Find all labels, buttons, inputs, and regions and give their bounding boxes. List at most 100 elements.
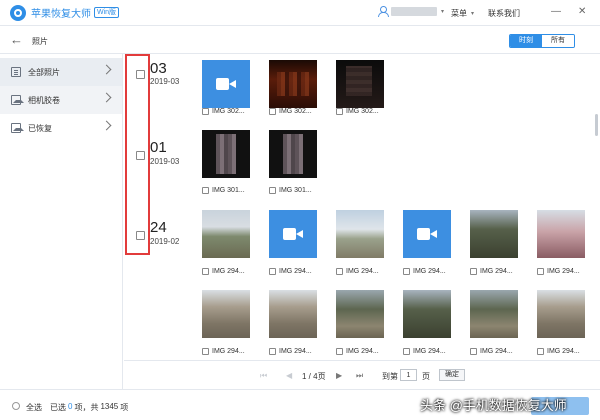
tab-time[interactable]: 时刻 xyxy=(510,35,542,47)
group-month: 2019-03 xyxy=(150,157,180,166)
view-toggle: 时刻 所有 xyxy=(509,34,575,48)
photo-thumbnail[interactable] xyxy=(403,290,451,338)
title-bar: 苹果恢复大师 Win版 ▾ 菜单 ▾ 联系我们 — ✕ xyxy=(0,0,600,26)
photo-thumbnail[interactable] xyxy=(336,60,384,108)
sidebar: 全部照片 相机胶卷 已恢复 xyxy=(0,54,123,389)
photo-caption: IMG 301... xyxy=(269,185,329,195)
photo-checkbox[interactable] xyxy=(537,267,544,275)
recovered-icon xyxy=(11,123,24,133)
photo-caption: IMG 302... xyxy=(336,106,396,116)
next-page-icon[interactable]: ▶ xyxy=(336,371,342,380)
chevron-right-icon xyxy=(101,120,112,131)
photo-thumbnail[interactable] xyxy=(269,130,317,178)
app-title: 苹果恢复大师 xyxy=(31,9,91,20)
select-all-label[interactable]: 全选 xyxy=(26,402,42,413)
chevron-down-icon: ▾ xyxy=(441,8,445,15)
user-name-redacted xyxy=(391,6,437,16)
photo-thumbnail[interactable] xyxy=(202,210,250,258)
user-icon xyxy=(378,6,389,17)
photo-caption: IMG 294... xyxy=(336,346,396,356)
photo-checkbox[interactable] xyxy=(336,107,343,115)
photo-thumbnail[interactable] xyxy=(403,210,451,258)
page-title: 照片 xyxy=(32,37,48,46)
last-page-icon[interactable]: ⏭ xyxy=(356,371,363,380)
edition-badge: Win版 xyxy=(94,7,120,18)
photo-checkbox[interactable] xyxy=(269,267,276,275)
photo-checkbox[interactable] xyxy=(403,267,410,275)
photo-checkbox[interactable] xyxy=(336,267,343,275)
photo-checkbox[interactable] xyxy=(202,347,209,355)
chevron-down-icon: ▾ xyxy=(471,11,475,17)
minimize-icon[interactable]: — xyxy=(551,6,561,18)
sidebar-item-camera-roll[interactable]: 相机胶卷 xyxy=(0,86,122,114)
menu-button[interactable]: 菜单 ▾ xyxy=(451,8,474,19)
nav-bar: ← 照片 时刻 所有 xyxy=(0,26,600,54)
close-icon[interactable]: ✕ xyxy=(578,6,586,18)
photo-caption: IMG 294... xyxy=(537,266,597,276)
photo-thumbnail[interactable] xyxy=(470,210,518,258)
first-page-icon[interactable]: ⏮ xyxy=(260,371,267,380)
group-month: 2019-03 xyxy=(150,77,180,86)
total-count: 1345 xyxy=(100,402,119,411)
photo-thumbnail[interactable] xyxy=(336,290,384,338)
photo-caption: IMG 294... xyxy=(202,266,262,276)
app-logo-icon xyxy=(10,4,26,21)
page-number-input[interactable] xyxy=(400,369,417,381)
photo-thumbnail[interactable] xyxy=(470,290,518,338)
photo-caption: IMG 294... xyxy=(470,346,530,356)
sidebar-item-all-photos[interactable]: 全部照片 xyxy=(0,58,122,86)
photo-checkbox[interactable] xyxy=(269,347,276,355)
photo-caption: IMG 294... xyxy=(202,346,262,356)
contact-us-link[interactable]: 联系我们 xyxy=(488,8,520,19)
sidebar-item-recovered[interactable]: 已恢复 xyxy=(0,114,122,142)
photo-thumbnail[interactable] xyxy=(537,210,585,258)
pagination-bar: ⏮ ◀ 1 / 4页 ▶ ⏭ 到第 页 确定 xyxy=(124,360,600,389)
video-camera-icon xyxy=(283,228,303,240)
photo-checkbox[interactable] xyxy=(202,186,209,194)
back-arrow-icon[interactable]: ← xyxy=(10,33,23,46)
prev-page-icon[interactable]: ◀ xyxy=(286,371,292,380)
user-menu[interactable]: ▾ xyxy=(378,6,445,17)
photo-thumbnail[interactable] xyxy=(202,60,250,108)
photo-caption: IMG 302... xyxy=(269,106,329,116)
scrollbar[interactable] xyxy=(595,114,598,136)
page-unit-label: 页 xyxy=(422,372,430,381)
photo-thumbnail[interactable] xyxy=(202,130,250,178)
photo-checkbox[interactable] xyxy=(202,107,209,115)
highlight-annotation-box xyxy=(125,54,150,255)
photo-checkbox[interactable] xyxy=(336,347,343,355)
group-day: 24 xyxy=(150,219,167,236)
confirm-page-button[interactable]: 确定 xyxy=(439,369,465,381)
photo-caption: IMG 294... xyxy=(470,266,530,276)
photo-thumbnail[interactable] xyxy=(269,210,317,258)
video-camera-icon xyxy=(216,78,236,90)
photo-grid[interactable]: 03 2019-03 IMG 302... IMG 302... IMG 302… xyxy=(124,54,600,360)
photo-caption: IMG 294... xyxy=(269,346,329,356)
select-all-radio[interactable] xyxy=(12,402,20,410)
group-month: 2019-02 xyxy=(150,237,180,246)
photo-checkbox[interactable] xyxy=(470,267,477,275)
chevron-right-icon xyxy=(101,92,112,103)
photo-thumbnail[interactable] xyxy=(269,290,317,338)
video-camera-icon xyxy=(417,228,437,240)
photo-caption: IMG 294... xyxy=(336,266,396,276)
camera-roll-icon xyxy=(11,95,24,105)
photo-checkbox[interactable] xyxy=(403,347,410,355)
watermark-text: 头条 @手机数据恢复大师 xyxy=(420,398,567,413)
photo-checkbox[interactable] xyxy=(470,347,477,355)
photo-thumbnail[interactable] xyxy=(269,60,317,108)
photo-caption: IMG 294... xyxy=(403,346,463,356)
selection-summary: 已选 0 项，共 1345 项 xyxy=(50,402,129,412)
photo-checkbox[interactable] xyxy=(269,186,276,194)
photo-thumbnail[interactable] xyxy=(537,290,585,338)
selected-count: 0 xyxy=(68,402,73,411)
group-day: 01 xyxy=(150,139,167,156)
photo-thumbnail[interactable] xyxy=(202,290,250,338)
chevron-right-icon xyxy=(101,64,112,75)
photo-caption: IMG 294... xyxy=(269,266,329,276)
photo-thumbnail[interactable] xyxy=(336,210,384,258)
photo-checkbox[interactable] xyxy=(202,267,209,275)
photo-checkbox[interactable] xyxy=(269,107,276,115)
tab-all[interactable]: 所有 xyxy=(542,35,574,47)
photo-checkbox[interactable] xyxy=(537,347,544,355)
